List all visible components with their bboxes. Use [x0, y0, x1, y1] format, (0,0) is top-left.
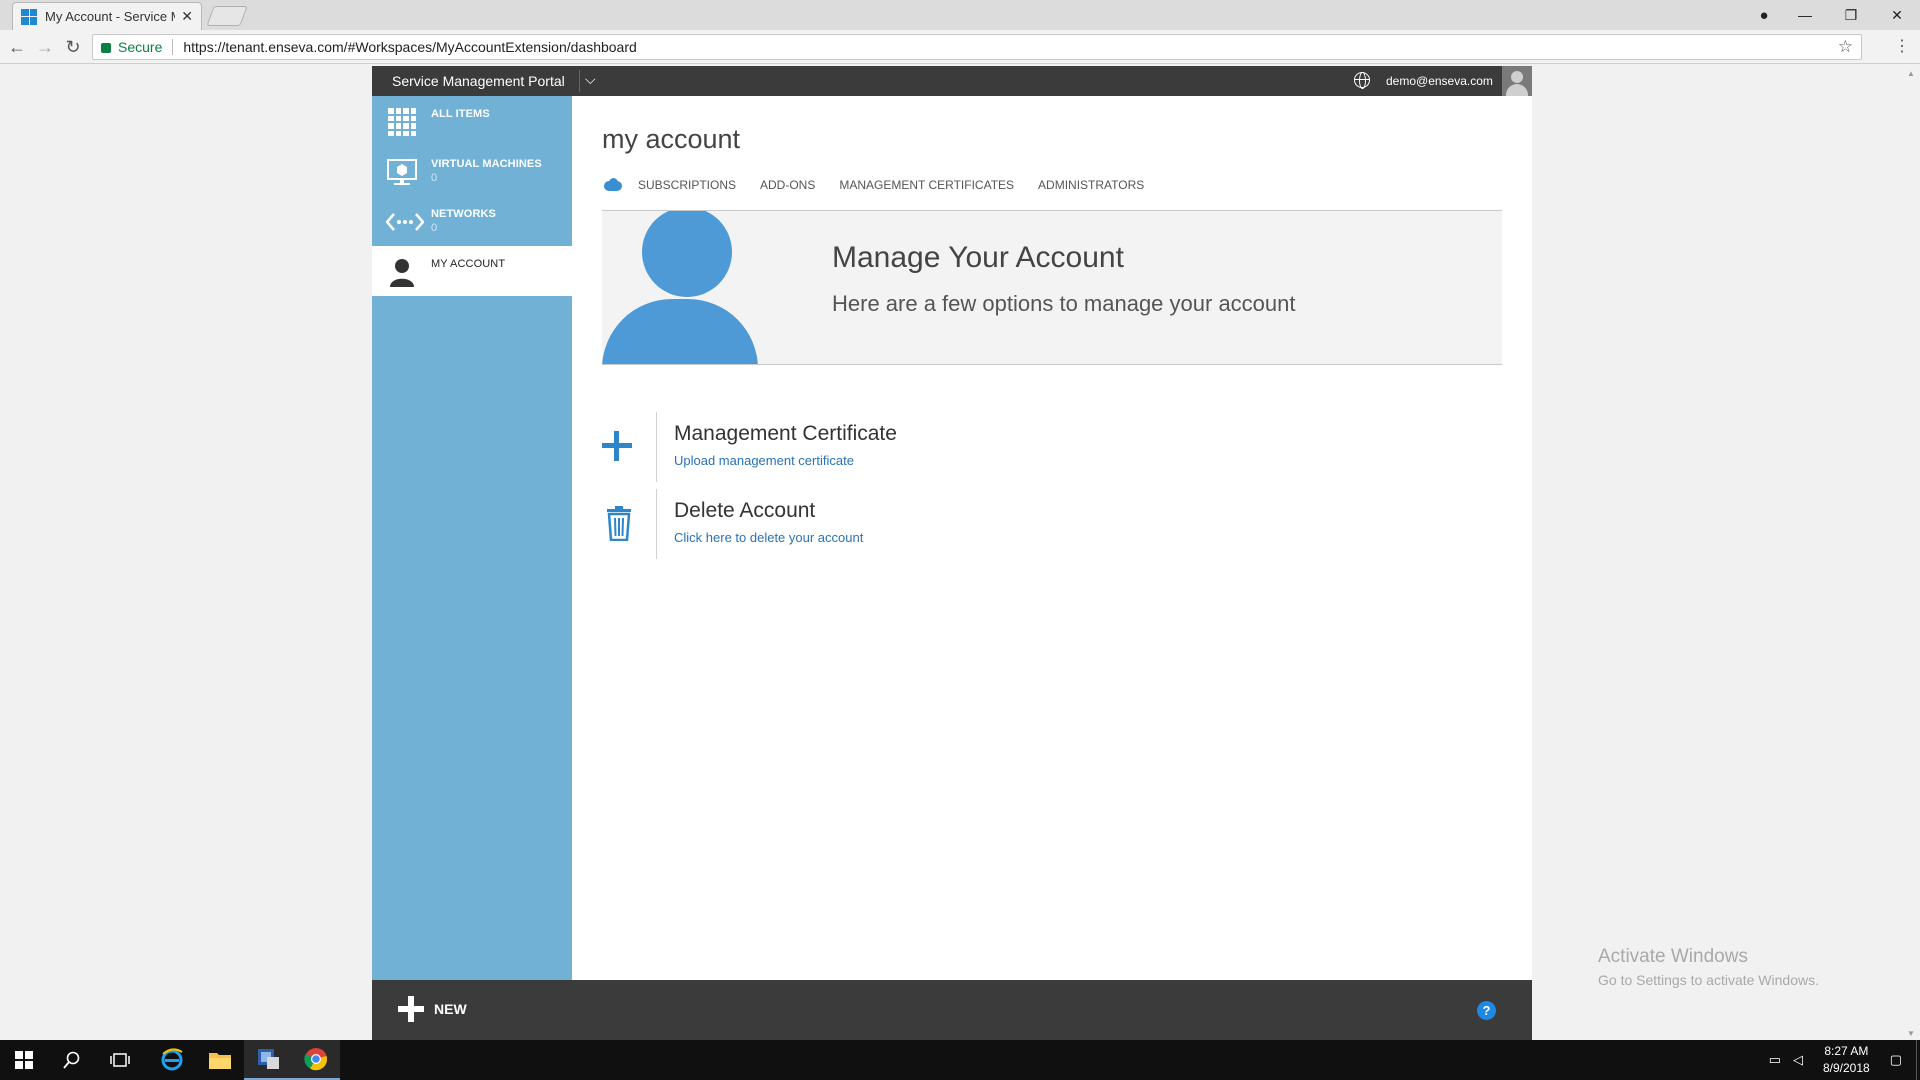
- tab-subscriptions[interactable]: SUBSCRIPTIONS: [638, 178, 736, 192]
- grid-icon: [386, 106, 418, 138]
- person-icon: [386, 256, 418, 288]
- scroll-down-icon[interactable]: ▼: [1907, 1029, 1915, 1038]
- portal-header: Service Management Portal ⌵ demo@enseva.…: [372, 66, 1532, 96]
- reload-icon[interactable]: ↻: [60, 34, 86, 60]
- person-illustration-icon: [642, 211, 732, 297]
- new-label: NEW: [434, 1001, 467, 1017]
- sidebar: ALL ITEMS VIRTUAL MACHINES 0 NETWORKS 0 …: [372, 96, 572, 980]
- hero-title: Manage Your Account: [832, 241, 1124, 274]
- windows-favicon-icon: [21, 8, 37, 25]
- chevron-down-icon[interactable]: ⌵: [585, 71, 596, 88]
- internet-explorer-icon[interactable]: [148, 1040, 196, 1080]
- tab-add-ons[interactable]: ADD-ONS: [760, 178, 815, 192]
- window-controls: ● — ❐ ✕: [1746, 0, 1920, 30]
- avatar[interactable]: [1502, 66, 1532, 96]
- browser-menu-icon[interactable]: ⋮: [1894, 36, 1910, 56]
- clock[interactable]: 8:27 AM 8/9/2018: [1823, 1043, 1870, 1077]
- system-tray: ▭ ◁ 8:27 AM 8/9/2018 ▢: [1763, 1040, 1920, 1080]
- windows-logo-icon: [15, 1051, 33, 1069]
- plus-icon: [398, 996, 424, 1022]
- url-text[interactable]: https://tenant.enseva.com/#Workspaces/My…: [183, 39, 636, 55]
- taskbar: ▭ ◁ 8:27 AM 8/9/2018 ▢: [0, 1040, 1920, 1080]
- secure-label: Secure: [118, 39, 163, 55]
- task-view-icon[interactable]: [96, 1040, 144, 1080]
- monitor-icon: [386, 156, 418, 188]
- forward-icon[interactable]: →: [32, 34, 58, 60]
- chrome-icon[interactable]: [292, 1040, 340, 1080]
- sidebar-item-label: NETWORKS: [431, 208, 496, 220]
- scroll-up-icon[interactable]: ▲: [1907, 69, 1915, 78]
- network-icon: [385, 206, 425, 238]
- tab-management-certificates[interactable]: MANAGEMENT CERTIFICATES: [839, 178, 1014, 192]
- sidebar-item-label: VIRTUAL MACHINES: [431, 158, 542, 170]
- new-tab-button[interactable]: [206, 6, 248, 26]
- action-title: Delete Account: [674, 499, 816, 522]
- action-management-certificate: Management Certificate Upload management…: [602, 412, 1202, 482]
- help-icon[interactable]: ?: [1477, 1001, 1496, 1020]
- lock-icon: [101, 43, 111, 53]
- browser-tab[interactable]: My Account - Service Ma ✕: [12, 2, 202, 30]
- restore-icon[interactable]: ❐: [1828, 0, 1874, 30]
- cloud-icon[interactable]: [602, 178, 624, 192]
- tab-title: My Account - Service Ma: [45, 9, 176, 24]
- page-scrollbar[interactable]: ▲ ▼: [1903, 65, 1920, 1040]
- start-button[interactable]: [0, 1040, 48, 1080]
- minimize-icon[interactable]: —: [1782, 0, 1828, 30]
- browser-toolbar: ← → ↻ Secure https://tenant.enseva.com/#…: [0, 30, 1920, 64]
- tab-bar: SUBSCRIPTIONS ADD-ONS MANAGEMENT CERTIFI…: [602, 178, 1168, 192]
- trash-icon[interactable]: [602, 505, 638, 542]
- portal-window: Service Management Portal ⌵ demo@enseva.…: [372, 66, 1532, 1040]
- sidebar-item-label: ALL ITEMS: [431, 108, 490, 120]
- plus-icon[interactable]: [602, 428, 638, 464]
- delete-account-link[interactable]: Click here to delete your account: [674, 530, 863, 545]
- search-icon[interactable]: [48, 1040, 96, 1080]
- tab-close-icon[interactable]: ✕: [181, 8, 193, 25]
- action-title: Management Certificate: [674, 422, 897, 445]
- back-icon[interactable]: ←: [4, 34, 30, 60]
- action-delete-account: Delete Account Click here to delete your…: [602, 489, 1202, 559]
- tab-administrators[interactable]: ADMINISTRATORS: [1038, 178, 1144, 192]
- globe-icon[interactable]: [1354, 72, 1370, 89]
- browser-tab-strip: My Account - Service Ma ✕ ● — ❐ ✕: [0, 0, 1920, 30]
- activation-watermark: Activate Windows Go to Settings to activ…: [1598, 946, 1819, 988]
- network-status-icon[interactable]: ▭: [1769, 1052, 1781, 1068]
- profile-icon[interactable]: ●: [1746, 0, 1782, 30]
- upload-certificate-link[interactable]: Upload management certificate: [674, 453, 854, 468]
- sidebar-item-count: 0: [431, 222, 438, 234]
- window-close-icon[interactable]: ✕: [1874, 0, 1920, 30]
- user-email[interactable]: demo@enseva.com: [1386, 74, 1493, 88]
- sidebar-item-count: 0: [431, 172, 438, 184]
- show-desktop-button[interactable]: [1916, 1040, 1920, 1080]
- file-explorer-icon[interactable]: [196, 1040, 244, 1080]
- sidebar-item-label: MY ACCOUNT: [431, 258, 506, 270]
- sidebar-item-all-items[interactable]: ALL ITEMS: [372, 96, 572, 146]
- hero-banner: Manage Your Account Here are a few optio…: [602, 210, 1502, 365]
- address-bar[interactable]: Secure https://tenant.enseva.com/#Worksp…: [92, 34, 1862, 60]
- notification-icon[interactable]: ▢: [1890, 1052, 1902, 1068]
- volume-muted-icon[interactable]: ◁: [1793, 1052, 1803, 1068]
- hero-subtitle: Here are a few options to manage your ac…: [832, 291, 1296, 316]
- bookmark-star-icon[interactable]: ☆: [1838, 37, 1853, 57]
- new-button[interactable]: NEW: [398, 996, 467, 1022]
- server-manager-icon[interactable]: [244, 1040, 292, 1080]
- portal-brand[interactable]: Service Management Portal: [392, 73, 565, 89]
- main-content: my account SUBSCRIPTIONS ADD-ONS MANAGEM…: [572, 96, 1532, 980]
- sidebar-item-networks[interactable]: NETWORKS 0: [372, 196, 572, 246]
- command-bar: NEW ?: [372, 980, 1532, 1040]
- sidebar-item-my-account[interactable]: MY ACCOUNT: [372, 246, 572, 296]
- sidebar-item-virtual-machines[interactable]: VIRTUAL MACHINES 0: [372, 146, 572, 196]
- page-title: my account: [602, 124, 741, 154]
